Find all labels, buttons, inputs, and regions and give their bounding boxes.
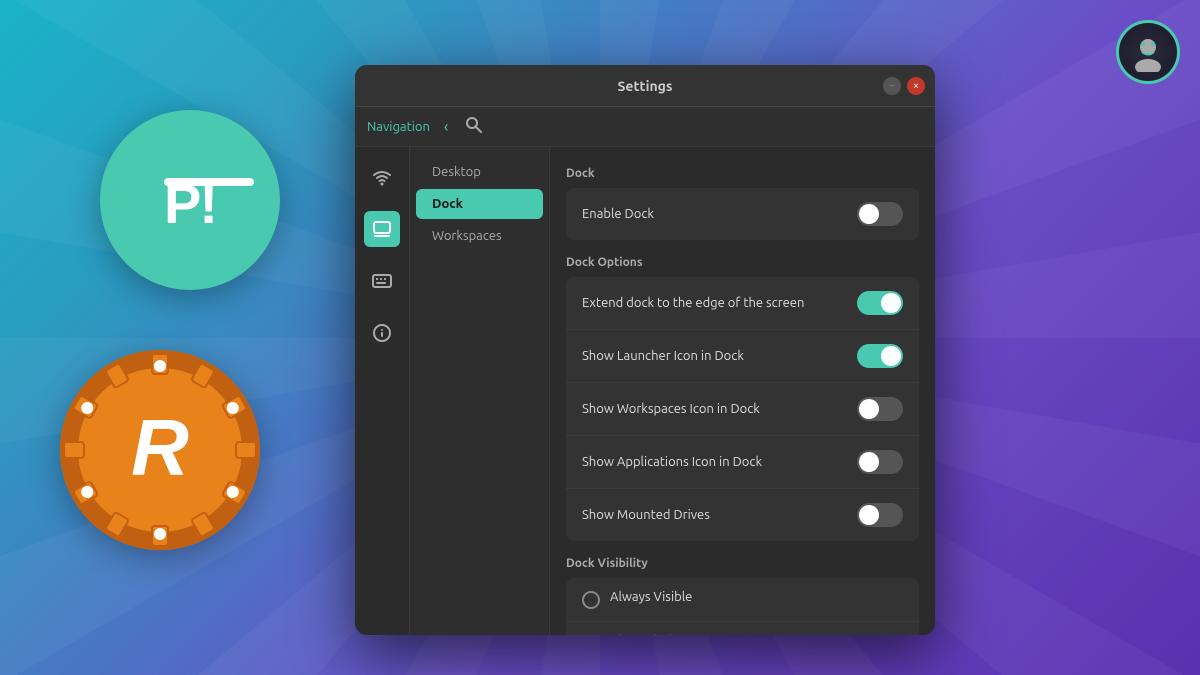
show-mounted-toggle[interactable] xyxy=(857,503,903,527)
always-visible-label: Always Visible xyxy=(610,590,903,604)
popos-logo: P! xyxy=(100,110,280,290)
extend-dock-toggle[interactable] xyxy=(857,291,903,315)
avatar-svg xyxy=(1128,32,1168,72)
show-applications-label: Show Applications Icon in Dock xyxy=(582,455,762,469)
sidebar-icon-info[interactable] xyxy=(364,315,400,351)
content-area: Desktop Dock Workspaces Dock Enable Dock xyxy=(355,147,935,635)
dock-visibility-label: Dock Visibility xyxy=(566,557,919,570)
nav-item-desktop[interactable]: Desktop xyxy=(416,157,543,187)
always-hide-label: Always hide xyxy=(610,634,903,635)
show-applications-toggle[interactable] xyxy=(857,450,903,474)
always-visible-row[interactable]: Always Visible xyxy=(566,578,919,622)
extend-dock-knob xyxy=(881,293,901,313)
extend-dock-row: Extend dock to the edge of the screen xyxy=(566,277,919,330)
show-launcher-row: Show Launcher Icon in Dock xyxy=(566,330,919,383)
sidebar-icon-keyboard[interactable] xyxy=(364,263,400,299)
nav-label: Navigation xyxy=(367,120,430,134)
show-launcher-knob xyxy=(881,346,901,366)
dock-section-label: Dock xyxy=(566,167,919,180)
show-mounted-knob xyxy=(859,505,879,525)
rust-logo: R xyxy=(60,350,260,550)
keyboard-icon xyxy=(372,271,392,291)
svg-text:R: R xyxy=(131,403,189,492)
always-hide-row[interactable]: Always hide Dock always hides unless act… xyxy=(566,622,919,635)
enable-dock-row: Enable Dock xyxy=(566,188,919,240)
nav-back-button[interactable]: ‹ xyxy=(438,116,455,138)
show-mounted-row: Show Mounted Drives xyxy=(566,489,919,541)
title-bar: Settings − × xyxy=(355,65,935,107)
show-workspaces-row: Show Workspaces Icon in Dock xyxy=(566,383,919,436)
info-icon xyxy=(372,323,392,343)
dock-visibility-group: Always Visible Always hide Dock always h… xyxy=(566,578,919,635)
show-workspaces-knob xyxy=(859,399,879,419)
dock-options-label: Dock Options xyxy=(566,256,919,269)
dock-group: Enable Dock xyxy=(566,188,919,240)
nav-search-button[interactable] xyxy=(466,117,482,137)
always-visible-text: Always Visible xyxy=(610,590,903,604)
enable-dock-toggle[interactable] xyxy=(857,202,903,226)
show-applications-row: Show Applications Icon in Dock xyxy=(566,436,919,489)
sidebar-icon-wifi[interactable] xyxy=(364,159,400,195)
show-launcher-label: Show Launcher Icon in Dock xyxy=(582,349,744,363)
minimize-button[interactable]: − xyxy=(883,77,901,95)
sidebar xyxy=(355,147,410,635)
show-mounted-label: Show Mounted Drives xyxy=(582,508,710,522)
window-title: Settings xyxy=(617,78,672,94)
title-bar-controls: − × xyxy=(883,77,925,95)
show-workspaces-toggle[interactable] xyxy=(857,397,903,421)
sidebar-icon-dock[interactable] xyxy=(364,211,400,247)
popos-bar xyxy=(164,178,254,186)
nav-panel: Desktop Dock Workspaces xyxy=(410,147,550,635)
always-hide-text: Always hide Dock always hides unless act… xyxy=(610,634,903,635)
nav-bar: Navigation ‹ xyxy=(355,107,935,147)
show-launcher-toggle[interactable] xyxy=(857,344,903,368)
avatar xyxy=(1116,20,1180,84)
show-applications-knob xyxy=(859,452,879,472)
wifi-icon xyxy=(372,167,392,187)
nav-item-dock[interactable]: Dock xyxy=(416,189,543,219)
extend-dock-label: Extend dock to the edge of the screen xyxy=(582,296,804,310)
rust-gear-svg: R xyxy=(60,350,260,550)
show-workspaces-label: Show Workspaces Icon in Dock xyxy=(582,402,760,416)
enable-dock-label: Enable Dock xyxy=(582,207,654,221)
search-icon xyxy=(466,117,482,133)
enable-dock-knob xyxy=(859,204,879,224)
close-button[interactable]: × xyxy=(907,77,925,95)
always-visible-radio[interactable] xyxy=(582,591,600,609)
dock-options-group: Extend dock to the edge of the screen Sh… xyxy=(566,277,919,541)
settings-panel: Dock Enable Dock Dock Options Extend doc… xyxy=(550,147,935,635)
dock-icon xyxy=(372,219,392,239)
nav-item-workspaces[interactable]: Workspaces xyxy=(416,221,543,251)
settings-window: Settings − × Navigation ‹ xyxy=(355,65,935,635)
